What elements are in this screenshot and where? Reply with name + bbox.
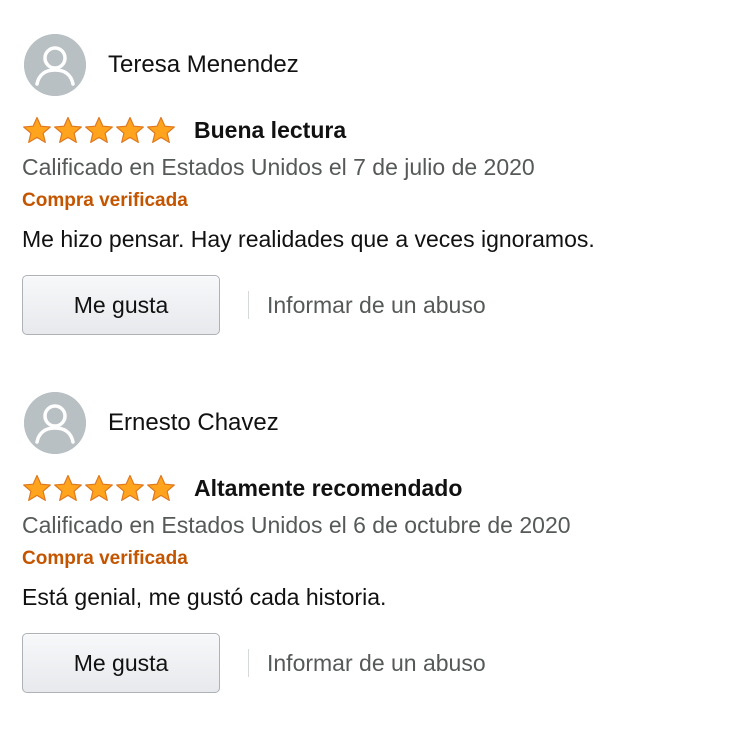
- verified-purchase-badge: Compra verificada: [22, 190, 188, 211]
- star-icon: [84, 474, 114, 502]
- star-rating[interactable]: [22, 474, 176, 502]
- star-icon: [53, 116, 83, 144]
- divider: [248, 291, 249, 319]
- review-card: Ernesto Chavez Altamente recomendado Cal…: [22, 392, 712, 694]
- divider: [248, 649, 249, 677]
- helpful-button[interactable]: Me gusta: [22, 633, 220, 693]
- review-title[interactable]: Altamente recomendado: [194, 476, 462, 500]
- star-icon: [22, 474, 52, 502]
- reviewer-name[interactable]: Ernesto Chavez: [108, 411, 279, 435]
- reviewer-name[interactable]: Teresa Menendez: [108, 53, 299, 77]
- star-icon: [53, 474, 83, 502]
- star-rating[interactable]: [22, 116, 176, 144]
- star-icon: [22, 116, 52, 144]
- review-date: Calificado en Estados Unidos el 6 de oct…: [22, 512, 571, 538]
- review-card: Teresa Menendez Buena lectura Calificado…: [22, 34, 712, 336]
- reviewer-profile[interactable]: Ernesto Chavez: [22, 392, 712, 454]
- default-user-icon: [24, 392, 86, 454]
- avatar[interactable]: [24, 392, 86, 454]
- reviewer-profile[interactable]: Teresa Menendez: [22, 34, 712, 96]
- default-user-icon: [24, 34, 86, 96]
- star-icon: [84, 116, 114, 144]
- star-icon: [146, 474, 176, 502]
- review-date: Calificado en Estados Unidos el 7 de jul…: [22, 154, 535, 180]
- star-icon: [115, 116, 145, 144]
- review-title[interactable]: Buena lectura: [194, 118, 346, 142]
- helpful-button[interactable]: Me gusta: [22, 275, 220, 335]
- star-icon: [146, 116, 176, 144]
- star-icon: [115, 474, 145, 502]
- review-body: Está genial, me gustó cada historia.: [22, 584, 387, 610]
- avatar[interactable]: [24, 34, 86, 96]
- report-abuse-link[interactable]: Informar de un abuso: [267, 292, 486, 319]
- verified-purchase-badge: Compra verificada: [22, 548, 188, 569]
- review-body: Me hizo pensar. Hay realidades que a vec…: [22, 226, 595, 252]
- report-abuse-link[interactable]: Informar de un abuso: [267, 650, 486, 677]
